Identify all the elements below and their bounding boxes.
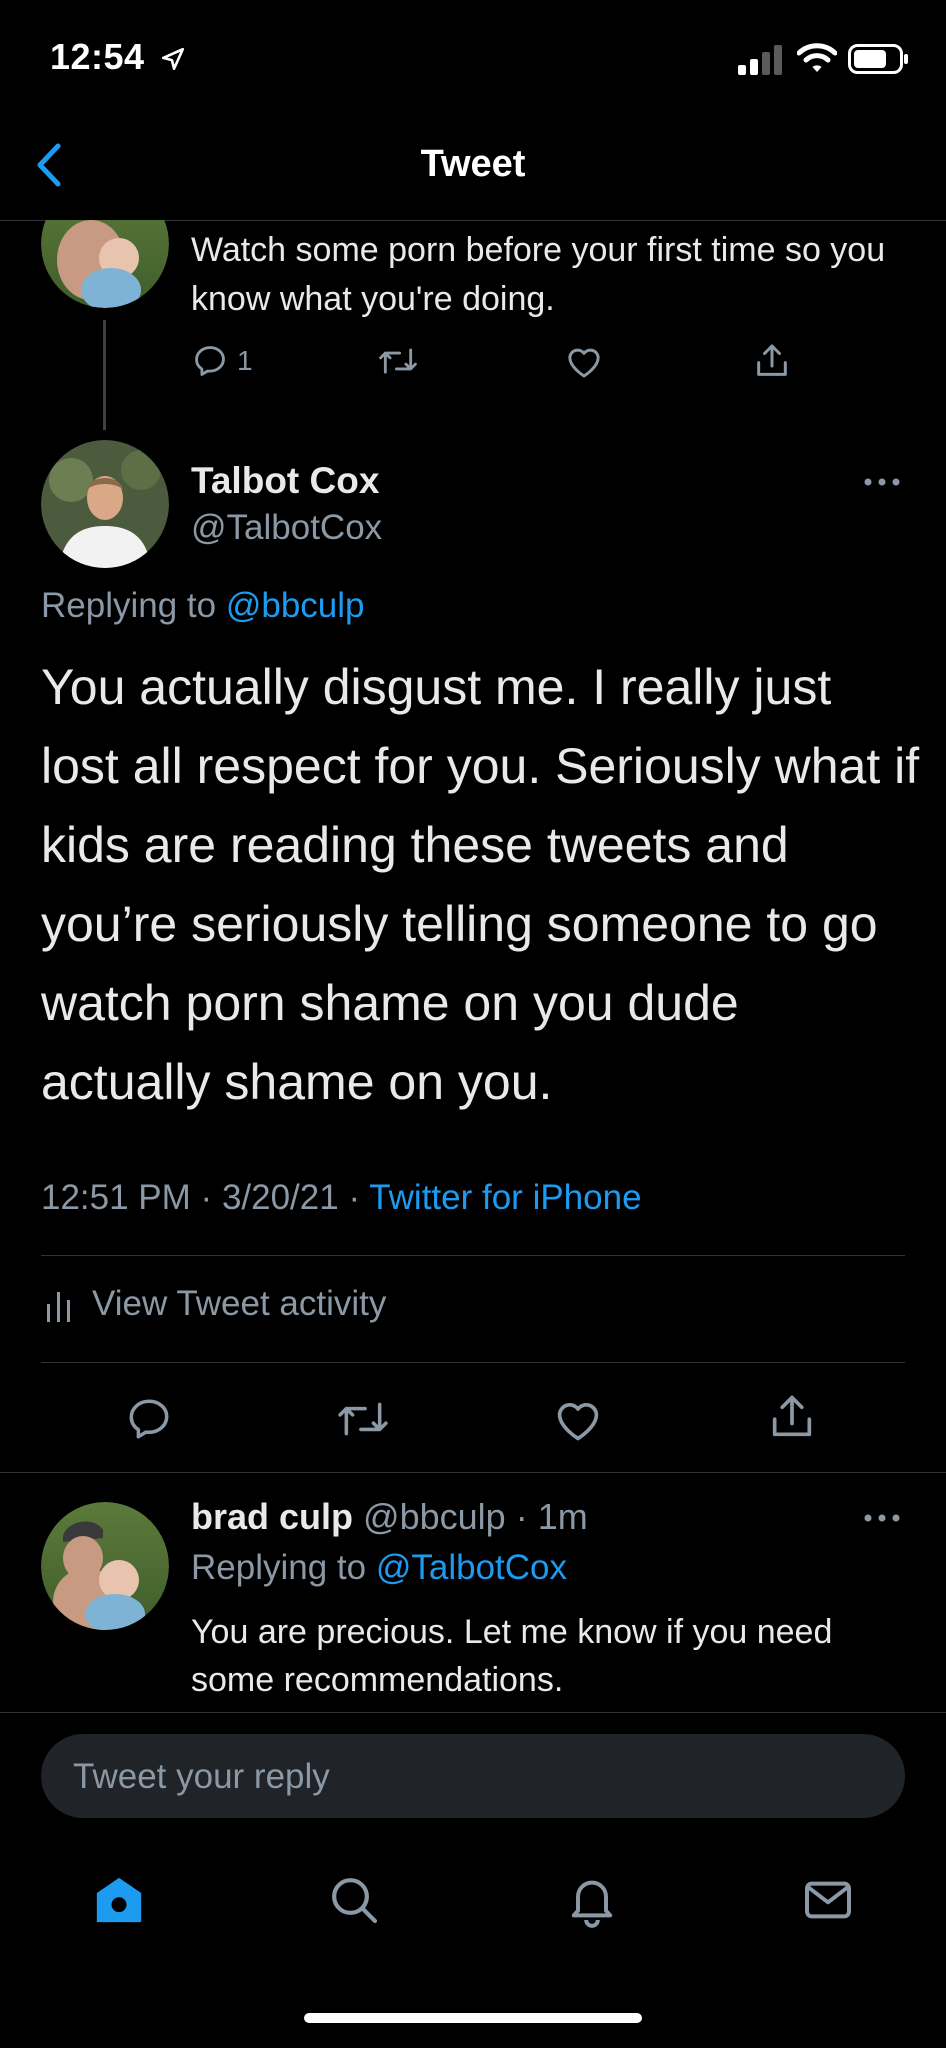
activity-divider	[41, 1362, 905, 1363]
main-author-name[interactable]: Talbot Cox	[191, 460, 379, 502]
reply-separator: ·	[515, 1496, 528, 1537]
notifications-icon	[571, 1880, 613, 1928]
reply-replying-line: Replying to @TalbotCox	[191, 1548, 567, 1588]
tweet-source-link[interactable]: Twitter for iPhone	[369, 1178, 641, 1217]
home-icon	[96, 1877, 142, 1923]
reply-icon	[195, 346, 225, 376]
reply-author-avatar[interactable]	[41, 1502, 169, 1630]
status-time: 12:54	[50, 36, 145, 77]
tab-search[interactable]	[326, 1872, 382, 1928]
view-tweet-activity-button[interactable]: View Tweet activity	[92, 1284, 386, 1324]
tab-home[interactable]	[91, 1872, 147, 1928]
more-icon	[864, 478, 900, 486]
main-retweet-button[interactable]	[332, 1394, 394, 1444]
parent-share-button[interactable]	[752, 340, 792, 382]
reply-tweet-text: You are precious. Let me know if you nee…	[191, 1613, 833, 1699]
main-tweet-more-button[interactable]	[862, 470, 902, 494]
replying-prefix: Replying to	[41, 586, 217, 625]
tab-messages[interactable]	[800, 1872, 856, 1928]
reply-composer[interactable]	[41, 1734, 905, 1820]
search-icon	[332, 1878, 378, 1924]
battery-icon	[848, 44, 910, 74]
parent-like-button[interactable]	[564, 342, 604, 380]
main-like-button[interactable]	[552, 1394, 604, 1444]
wifi-icon	[797, 42, 837, 74]
meta-separator: ·	[200, 1178, 222, 1217]
retweet-icon	[379, 348, 417, 374]
meta-divider	[41, 1255, 905, 1256]
share-icon	[757, 344, 787, 376]
tweet-time: 12:51 PM	[41, 1178, 191, 1217]
tweet-date: 3/20/21	[221, 1178, 339, 1217]
parent-author-avatar[interactable]	[41, 220, 169, 308]
home-indicator	[304, 2013, 642, 2023]
location-arrow-icon	[160, 46, 186, 72]
reply-more-button[interactable]	[862, 1506, 902, 1530]
page-title: Tweet	[420, 143, 526, 185]
main-replying-line: Replying to @bbculp	[41, 586, 365, 626]
main-share-button[interactable]	[766, 1390, 818, 1444]
reply-author-name[interactable]: brad culp	[191, 1496, 353, 1537]
main-author-avatar[interactable]	[41, 440, 169, 568]
actions-divider	[0, 1472, 946, 1473]
parent-retweet-button[interactable]	[375, 342, 421, 380]
tweet-meta: 12:51 PM · 3/20/21 · Twitter for iPhone	[41, 1178, 642, 1218]
more-icon	[864, 1514, 900, 1522]
reply-input[interactable]	[71, 1734, 875, 1820]
replying-to-link[interactable]: @TalbotCox	[376, 1548, 567, 1587]
parent-reply-count: 1	[237, 345, 253, 376]
meta-separator: ·	[348, 1178, 370, 1217]
replying-prefix: Replying to	[191, 1548, 367, 1587]
replying-to-link[interactable]: @bbculp	[226, 586, 365, 625]
messages-icon	[805, 1881, 851, 1919]
main-reply-button[interactable]	[124, 1394, 174, 1444]
parent-tweet-text: Watch some porn before your first time s…	[191, 231, 886, 318]
reply-age: 1m	[537, 1496, 588, 1537]
main-author-handle[interactable]: @TalbotCox	[191, 508, 382, 548]
activity-icon	[44, 1288, 74, 1324]
like-icon	[557, 1403, 599, 1441]
reply-header: brad culp @bbculp · 1m	[191, 1496, 588, 1538]
share-icon	[772, 1395, 812, 1437]
reply-author-handle[interactable]: @bbculp	[363, 1496, 506, 1537]
thread-connector-line	[103, 320, 106, 430]
composer-divider	[0, 1712, 946, 1713]
retweet-icon	[338, 1402, 388, 1436]
main-tweet-text: You actually disgust me. I really just l…	[41, 659, 920, 1110]
parent-reply-button[interactable]: 1	[191, 342, 253, 380]
like-icon	[568, 348, 600, 378]
tab-notifications[interactable]	[564, 1870, 620, 1928]
cellular-signal-icon	[738, 45, 786, 75]
reply-icon	[129, 1399, 169, 1439]
